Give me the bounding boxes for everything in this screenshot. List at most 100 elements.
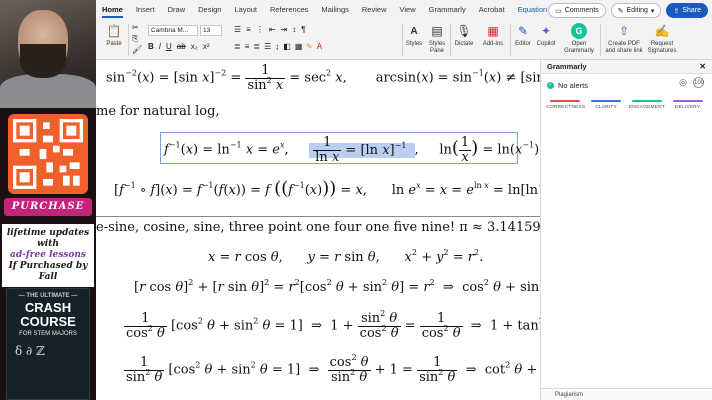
plagiarism-bar[interactable]: Plagiarism <box>541 388 712 400</box>
create-pdf-button[interactable]: ⇧ Create PDF and share link <box>604 20 644 60</box>
equation-csc-identity[interactable]: 1 sin2 θ [cos2 θ + sin2 θ = 1] ⇒ cos2 θ si… <box>124 354 540 384</box>
webcam-beard <box>20 44 66 78</box>
tab-layout[interactable]: Layout <box>234 0 257 20</box>
tab-insert[interactable]: Insert <box>136 0 155 20</box>
pilcrow-icon[interactable]: ¶ <box>301 25 305 34</box>
document-canvas[interactable]: sin−2(x) = [sin x]−2 = 1 sin2 x = sec2 x,… <box>96 60 540 400</box>
tab-design[interactable]: Design <box>198 0 221 20</box>
paragraph-row: ☰ ≡ ⋮ ⇤ ⇥ ↕ ¶ <box>234 25 306 34</box>
addins-label: Add-ins <box>482 41 504 47</box>
sort-icon[interactable]: ↕ <box>292 25 296 34</box>
format-painter-icon[interactable]: 🖌 <box>132 45 142 54</box>
tab-draw[interactable]: Draw <box>168 0 186 20</box>
styles-button[interactable]: A Styles <box>402 20 426 60</box>
dictate-button[interactable]: 🎙 Dictate <box>452 20 476 60</box>
ribbon-right-actions: ▭ Comments ✎ Editing ▾ ⇪ Share <box>548 3 708 18</box>
category-label: DELIVERY <box>675 105 701 110</box>
equation-inverse-function[interactable]: f−1(x) = ln−1 x = ex, 1 ln x = [ln x]−1 ,… <box>164 136 539 164</box>
editing-button[interactable]: ✎ Editing ▾ <box>610 3 662 18</box>
align-center-icon[interactable]: ≡ <box>245 42 250 51</box>
tab-review[interactable]: Review <box>362 0 387 20</box>
prose-pi: e-sine, cosine, sine, three point one fo… <box>96 220 540 235</box>
equation-sec-identity[interactable]: 1 cos2 θ [cos2 θ + sin2 θ = 1] ⇒ 1 + sin2… <box>124 310 540 340</box>
request-sig-label: Request Signatures <box>647 41 677 54</box>
tab-mailings[interactable]: Mailings <box>321 0 349 20</box>
category-clarity[interactable]: CLARITY <box>587 100 625 110</box>
settings-icon[interactable]: 100 <box>693 77 704 88</box>
equation-composition[interactable]: [f−1 ∘ f](x) = f−1(f(x)) = f ((f−1(x))) … <box>114 178 540 199</box>
italic-icon[interactable]: I <box>159 42 161 51</box>
align-left-icon[interactable]: ≣ <box>234 42 241 51</box>
request-signatures-button[interactable]: ✍ Request Signatures <box>644 20 680 60</box>
signature-icon: ✍ <box>654 23 670 38</box>
comments-button[interactable]: ▭ Comments <box>548 3 606 18</box>
qr-code[interactable] <box>8 114 88 194</box>
category-bar <box>591 100 622 102</box>
share-button[interactable]: ⇪ Share <box>666 3 708 18</box>
bold-icon[interactable]: B <box>148 42 154 51</box>
plagiarism-label: Plagiarism <box>555 392 584 398</box>
equation-pythagorean-identity[interactable]: [r cos θ]2 + [r sin θ]2 = r2[cos2 θ + si… <box>134 279 540 296</box>
tab-equation[interactable]: Equation <box>518 0 548 20</box>
bullets-icon[interactable]: ☰ <box>234 25 241 34</box>
paste-label: Paste <box>106 41 122 47</box>
font-color-icon[interactable]: A <box>317 42 322 51</box>
borders-icon[interactable]: ▦ <box>295 42 303 51</box>
alerts-label: No alerts <box>558 80 589 90</box>
increase-indent-icon[interactable]: ⇥ <box>281 25 288 34</box>
addins-button[interactable]: ▦ Add-ins <box>480 20 506 60</box>
copy-icon[interactable]: ⎘ <box>132 34 138 44</box>
styles-pane-label: Styles Pane <box>428 41 446 54</box>
book-title: CRASH COURSE <box>20 300 76 329</box>
decrease-indent-icon[interactable]: ⇤ <box>269 25 276 34</box>
book-symbols: δ ∂ ℤ <box>15 344 45 358</box>
grammarly-title: Grammarly <box>547 62 587 71</box>
text-highlight-icon[interactable]: ✎ <box>306 42 313 51</box>
styles-pane-icon: ▤ <box>431 23 443 38</box>
color-row: ✎ A <box>306 42 322 51</box>
font-name-select[interactable]: Cambria M... <box>148 25 198 36</box>
promo-line-2: ad-free lessons <box>10 250 86 260</box>
grammarly-tools: ◎ 100 <box>679 77 704 88</box>
paste-button[interactable]: 📋 Paste <box>102 20 126 60</box>
category-bar <box>672 100 703 102</box>
category-engagement[interactable]: ENGAGEMENT <box>628 100 666 110</box>
shading-icon[interactable]: ◧ <box>283 42 291 51</box>
prose-natural-log: me for natural log, <box>96 104 220 119</box>
promo-panel: PURCHASE lifetime updates with ad-free l… <box>0 108 96 400</box>
copilot-button[interactable]: ✦ Copilot <box>534 20 558 60</box>
word-ribbon: Home Insert Draw Design Layout Reference… <box>96 0 712 60</box>
editor-button[interactable]: ✎ Editor <box>512 20 534 60</box>
font-size-select[interactable]: 13 <box>200 25 222 36</box>
tab-view[interactable]: View <box>399 0 415 20</box>
promo-text: lifetime updates with ad-free lessons If… <box>2 224 94 287</box>
tab-home[interactable]: Home <box>102 0 123 20</box>
multilevel-icon[interactable]: ⋮ <box>256 25 264 34</box>
tab-acrobat[interactable]: Acrobat <box>479 0 505 20</box>
editing-label: Editing <box>626 7 648 14</box>
equation-sin-inverse-power[interactable]: sin−2(x) = [sin x]−2 = 1 sin2 x = sec2 x,… <box>106 64 540 92</box>
open-grammarly-button[interactable]: G Open Grammarly <box>564 20 594 60</box>
category-delivery[interactable]: DELIVERY <box>669 100 707 110</box>
ribbon-divider <box>450 24 451 56</box>
purchase-label[interactable]: PURCHASE <box>4 198 92 216</box>
strikethrough-icon[interactable]: ab <box>177 42 186 51</box>
book-cover: — THE ULTIMATE — CRASH COURSE FOR STEM M… <box>6 288 90 400</box>
underline-icon[interactable]: U <box>166 42 172 51</box>
category-correctness[interactable]: CORRECTNESS <box>546 100 585 110</box>
equation-polar[interactable]: x = r cos θ, y = r sin θ, x2 + y2 = r2. <box>208 249 483 266</box>
close-icon[interactable]: ✕ <box>699 60 706 74</box>
align-right-icon[interactable]: ≣ <box>253 42 260 51</box>
selected-equation-segment[interactable]: 1 ln x = [ln x]−1 <box>309 136 415 164</box>
cut-icon[interactable]: ✂ <box>132 23 139 32</box>
goals-icon[interactable]: ◎ <box>679 77 687 88</box>
tab-grammarly[interactable]: Grammarly <box>429 0 466 20</box>
numbering-icon[interactable]: ≡ <box>246 25 251 34</box>
eq-separator-2: , <box>414 142 419 158</box>
superscript-icon[interactable]: x² <box>203 42 210 51</box>
justify-icon[interactable]: ☰ <box>264 42 271 51</box>
tab-references[interactable]: References <box>270 0 308 20</box>
line-spacing-icon[interactable]: ↨ <box>275 42 279 51</box>
subscript-icon[interactable]: x₂ <box>191 42 198 51</box>
styles-pane-button[interactable]: ▤ Styles Pane <box>426 20 448 60</box>
